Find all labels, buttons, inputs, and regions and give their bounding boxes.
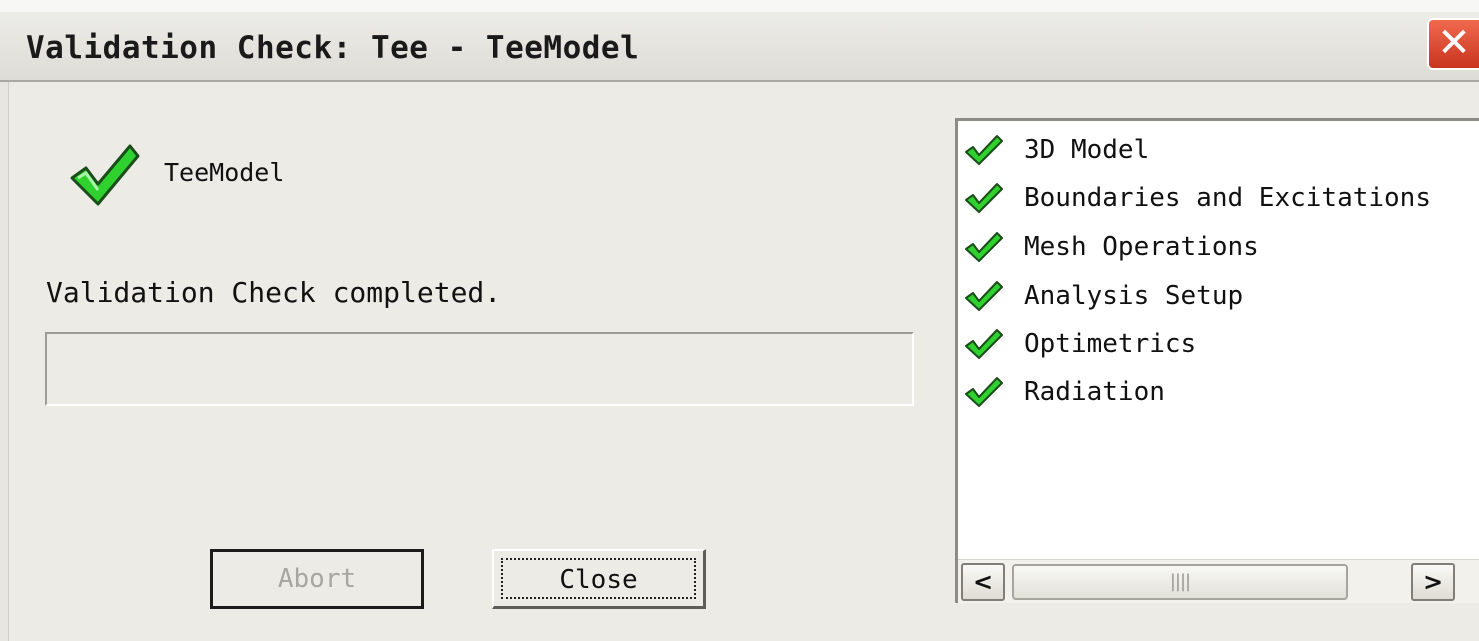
scroll-left-button[interactable]: < xyxy=(961,563,1005,601)
list-item-label: Mesh Operations xyxy=(1024,232,1259,262)
window-left-border xyxy=(0,82,9,641)
scrollbar-thumb[interactable]: |||| xyxy=(1012,564,1348,600)
list-item-label: 3D Model xyxy=(1024,135,1150,165)
close-button-label: Close xyxy=(501,558,696,599)
green-check-icon xyxy=(70,144,140,206)
title-bar[interactable]: Validation Check: Tee - TeeModel ✕ xyxy=(0,12,1479,82)
list-item-label: Analysis Setup xyxy=(1024,281,1244,311)
chevron-right-icon: > xyxy=(1422,568,1444,596)
green-check-icon xyxy=(965,232,1003,262)
scroll-right-button[interactable]: > xyxy=(1411,563,1455,601)
progress-bar xyxy=(45,332,914,406)
green-check-icon xyxy=(965,377,1003,407)
green-check-icon xyxy=(965,183,1003,213)
model-name-label: TeeModel xyxy=(164,158,285,187)
horizontal-scrollbar[interactable]: < |||| > xyxy=(958,559,1479,603)
close-window-button[interactable]: ✕ xyxy=(1427,18,1479,70)
window-title: Validation Check: Tee - TeeModel xyxy=(26,30,640,66)
window-top-edge xyxy=(0,0,1479,12)
green-check-icon xyxy=(965,135,1003,165)
status-message: Validation Check completed. xyxy=(46,276,502,309)
green-check-icon xyxy=(965,281,1003,311)
validation-check-dialog: Validation Check: Tee - TeeModel ✕ TeeMo… xyxy=(0,0,1479,641)
green-check-icon xyxy=(965,329,1003,359)
close-button[interactable]: Close xyxy=(492,549,706,609)
list-item-label: Radiation xyxy=(1024,377,1165,407)
list-item-label: Optimetrics xyxy=(1024,329,1197,359)
list-item-label: Boundaries and Excitations xyxy=(1024,183,1431,213)
grip-icon: |||| xyxy=(1169,571,1191,592)
validation-results-list[interactable]: 3D Model Boundaries and Excitations Mesh… xyxy=(955,118,1479,603)
abort-button[interactable]: Abort xyxy=(210,549,424,609)
chevron-left-icon: < xyxy=(972,568,994,596)
